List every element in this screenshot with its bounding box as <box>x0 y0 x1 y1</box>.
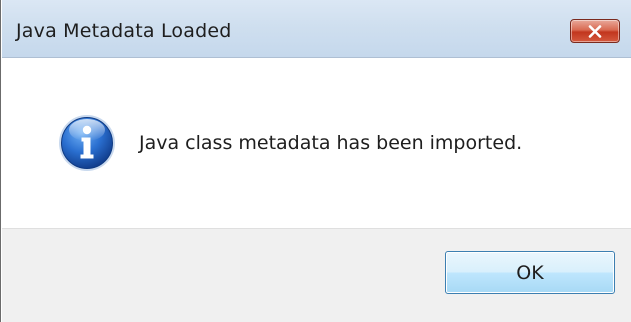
message-dialog: Java Metadata Loaded Java class metadata… <box>0 0 631 322</box>
dialog-footer: OK <box>2 228 631 322</box>
info-icon <box>59 115 115 171</box>
close-button[interactable] <box>570 19 620 43</box>
dialog-message: Java class metadata has been imported. <box>139 132 523 154</box>
dialog-content: Java class metadata has been imported. <box>2 58 631 228</box>
window-title: Java Metadata Loaded <box>16 20 232 42</box>
title-bar[interactable]: Java Metadata Loaded <box>2 0 631 58</box>
close-icon <box>588 24 602 38</box>
ok-button[interactable]: OK <box>445 251 615 294</box>
